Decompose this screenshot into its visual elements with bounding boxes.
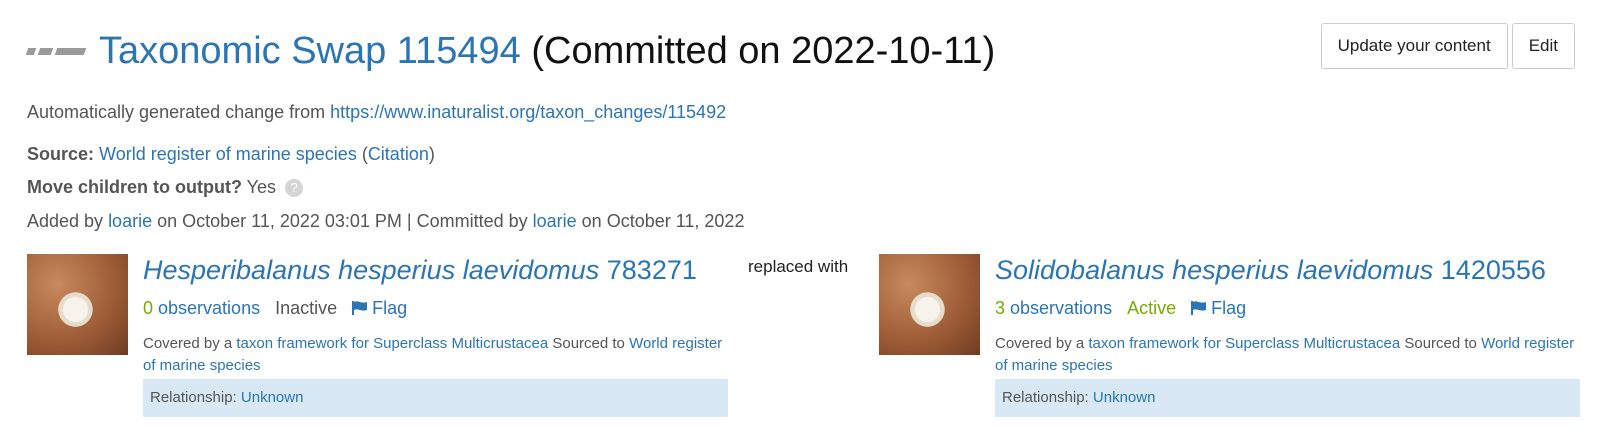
covered-prefix: Covered by a — [143, 335, 237, 352]
output-observations-label: observations — [1005, 298, 1113, 318]
output-covered-text: Covered by a taxon framework for Supercl… — [995, 333, 1580, 377]
output-relationship-link[interactable]: Unknown — [1093, 389, 1156, 406]
output-observations-link[interactable]: 3 observations — [995, 298, 1112, 318]
help-icon[interactable]: ? — [285, 179, 304, 198]
paren-close: ) — [428, 144, 435, 164]
output-taxon-info: Solidobalanus hesperius laevidomus 14205… — [995, 254, 1580, 417]
input-taxon-link[interactable]: Hesperibalanus hesperius laevidomus 7832… — [143, 255, 697, 285]
replaced-with-label: replaced with — [748, 257, 849, 276]
input-framework-link[interactable]: taxon framework for Superclass Multicrus… — [236, 335, 548, 352]
citation-link[interactable]: Citation — [368, 144, 429, 164]
output-taxon-id: 1420556 — [1433, 255, 1546, 285]
header-actions: Update your content Edit — [1320, 23, 1575, 69]
output-flag-label: Flag — [1211, 298, 1247, 318]
output-taxon-sciname: Solidobalanus hesperius laevidomus — [995, 255, 1434, 285]
swap-icon — [25, 39, 89, 63]
output-flag-link[interactable]: Flag — [1191, 298, 1246, 318]
input-taxon-id: 783271 — [599, 255, 697, 285]
output-taxon-photo[interactable] — [879, 254, 980, 355]
added-by-user-link[interactable]: loarie — [108, 211, 152, 231]
committed-text: (Committed on 2022-10-11) — [520, 29, 996, 72]
relationship-label: Relationship: — [1002, 389, 1093, 406]
added-by-text: Added by — [27, 211, 109, 231]
input-flag-label: Flag — [372, 298, 408, 318]
move-children-line: Move children to output? Yes ? — [27, 177, 304, 198]
input-flag-link[interactable]: Flag — [352, 298, 407, 318]
relationship-label: Relationship: — [150, 389, 241, 406]
output-framework-link[interactable]: taxon framework for Superclass Multicrus… — [1088, 335, 1400, 352]
committed-by-text: on October 11, 2022 03:01 PM | Committed… — [152, 211, 533, 231]
update-content-button[interactable]: Update your content — [1320, 23, 1508, 69]
move-children-value: Yes — [246, 177, 277, 197]
flag-icon — [1191, 301, 1207, 315]
input-status-badge: Inactive — [275, 298, 338, 318]
output-relationship-bar: Relationship: Unknown — [995, 379, 1580, 417]
source-link[interactable]: World register of marine species — [99, 144, 357, 164]
added-committed-line: Added by loarie on October 11, 2022 03:0… — [27, 211, 744, 232]
committed-by-user-link[interactable]: loarie — [533, 211, 577, 231]
input-observations-count: 0 — [143, 298, 154, 318]
input-relationship-bar: Relationship: Unknown — [143, 379, 728, 417]
sourced-text: Sourced to — [1400, 335, 1482, 352]
input-taxon-meta: 0 observations Inactive Flag — [143, 298, 728, 319]
input-taxon-info: Hesperibalanus hesperius laevidomus 7832… — [143, 254, 728, 417]
edit-button[interactable]: Edit — [1511, 23, 1575, 69]
output-taxon-name: Solidobalanus hesperius laevidomus 14205… — [995, 254, 1580, 286]
input-taxon-photo[interactable] — [27, 254, 128, 355]
auto-generated-text: Automatically generated change from — [27, 102, 331, 122]
input-relationship-link[interactable]: Unknown — [241, 389, 304, 406]
paren-open: ( — [356, 144, 368, 164]
output-status-badge: Active — [1127, 298, 1177, 318]
input-covered-text: Covered by a taxon framework for Supercl… — [143, 333, 728, 377]
move-children-label: Move children to output? — [27, 177, 242, 197]
input-taxon-sciname: Hesperibalanus hesperius laevidomus — [143, 255, 600, 285]
flag-icon — [352, 301, 368, 315]
sourced-text: Sourced to — [548, 335, 630, 352]
committed-date-text: on October 11, 2022 — [576, 211, 745, 231]
output-taxon-link[interactable]: Solidobalanus hesperius laevidomus 14205… — [995, 255, 1546, 285]
input-observations-link[interactable]: 0 observations — [143, 298, 260, 318]
source-line: Source: World register of marine species… — [27, 144, 435, 165]
output-taxon-meta: 3 observations Active Flag — [995, 298, 1580, 319]
taxon-change-link[interactable]: https://www.inaturalist.org/taxon_change… — [330, 102, 726, 122]
auto-generated-line: Automatically generated change from http… — [27, 102, 726, 123]
taxon-swap-link[interactable]: Taxonomic Swap 115494 — [99, 30, 521, 72]
output-observations-count: 3 — [995, 298, 1006, 318]
page-header: Taxonomic Swap 115494 (Committed on 2022… — [25, 20, 995, 82]
page-title: Taxonomic Swap 115494 (Committed on 2022… — [99, 30, 995, 73]
input-observations-label: observations — [153, 298, 261, 318]
input-taxon-name: Hesperibalanus hesperius laevidomus 7832… — [143, 254, 728, 286]
covered-prefix: Covered by a — [995, 335, 1089, 352]
source-label: Source: — [27, 144, 95, 164]
